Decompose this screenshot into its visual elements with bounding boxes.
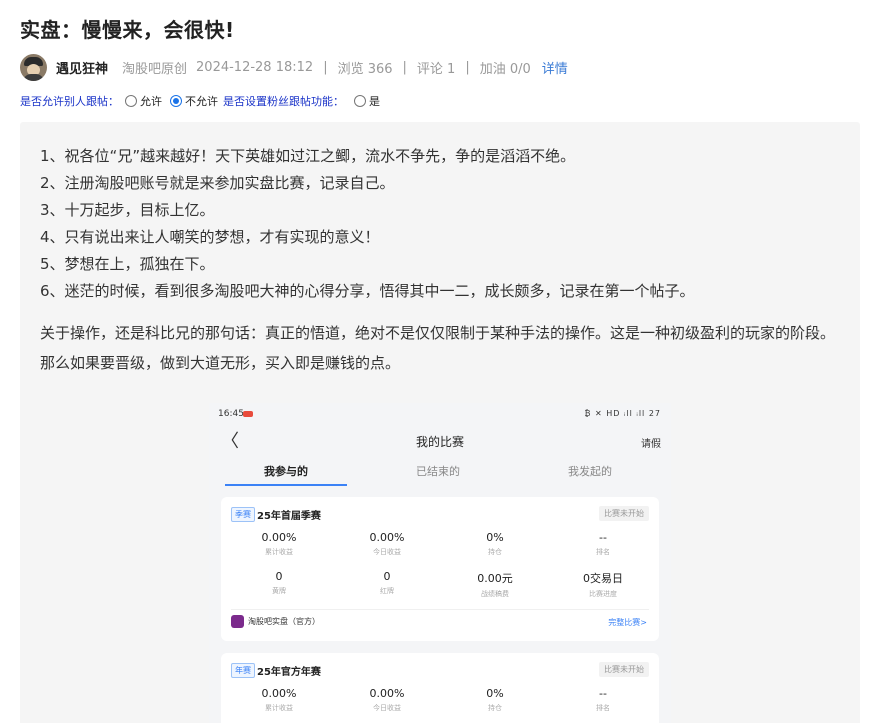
comment-count[interactable]: 评论 1	[417, 58, 455, 77]
fan-follow-radio[interactable]	[354, 95, 366, 107]
stat-cell: 0 红牌	[380, 570, 394, 595]
stat-cell: 0交易日 比赛进度	[583, 572, 623, 598]
post-datetime: 2024-12-28 18:12	[196, 59, 314, 75]
cheer-count: 加油 0/0	[479, 61, 531, 77]
content-list: 1、祝各位“兄”越来越好！天下英雄如过江之鲫，流水不争先，争的是滔滔不绝。 2、…	[40, 143, 695, 305]
stat-cell: -- 排名	[596, 531, 610, 556]
app-nav: 〈 我的比赛 请假	[209, 425, 671, 455]
allow-radio[interactable]	[125, 95, 137, 107]
list-item: 3、十万起步，目标上亿。	[40, 201, 215, 219]
stat-cell: -- 排名	[596, 687, 610, 712]
author-name[interactable]: 遇见狂神	[56, 58, 108, 77]
fan-follow-label: 是否设置粉丝跟帖功能：	[223, 95, 344, 108]
stat-cell: 0.00元 战绩稿费	[477, 572, 513, 598]
status-time: 16:45	[218, 409, 244, 419]
card-name: 25年首届季赛	[257, 511, 321, 522]
tab-joined: 我参与的	[264, 465, 308, 478]
tab-initiated: 我发起的	[568, 465, 612, 478]
stat-cell: 0% 持仓	[486, 531, 504, 556]
post-meta: 遇见狂神 淘股吧原创 2024-12-28 18:12 | 浏览 366 | 评…	[20, 53, 568, 81]
post-content: 1、祝各位“兄”越来越好！天下英雄如过江之鲫，流水不争先，争的是滔滔不绝。 2、…	[20, 122, 860, 723]
stat-cell: 0.00% 累计收益	[261, 531, 297, 556]
card-tag: 季赛	[231, 507, 255, 522]
status-dot-icon	[243, 411, 253, 417]
status-icons: ₿ ✕ HD ᵢll ᵢll 27	[584, 409, 661, 418]
avatar[interactable]	[20, 53, 47, 81]
view-count: 浏览 366	[337, 61, 393, 77]
post-title: 实盘：慢慢来，会很快!	[20, 18, 235, 42]
nav-title: 我的比赛	[415, 435, 464, 449]
list-item: 6、迷茫的时候，看到很多淘股吧大神的心得分享，悟得其中一二，成长颇多，记录在第一…	[40, 282, 695, 300]
stat-cell: 0.00% 今日收益	[369, 531, 405, 556]
card-status: 比赛未开始	[599, 506, 649, 521]
status-bar: 16:45 ₿ ✕ HD ᵢll ᵢll 27	[209, 403, 671, 425]
full-contest-link: 完整比赛>	[608, 618, 647, 627]
card-status: 比赛未开始	[599, 662, 649, 677]
stat-cell: 0.00% 今日收益	[369, 687, 405, 712]
card-name: 25年官方年赛	[257, 667, 321, 678]
contest-card: 季赛 25年首届季赛 比赛未开始 0.00% 累计收益 0.00% 今日收益 0% 持…	[221, 497, 659, 641]
meta-separator: |	[323, 59, 328, 75]
disallow-radio[interactable]	[170, 95, 182, 107]
meta-separator: |	[465, 59, 470, 75]
follow-options: 是否允许别人跟帖： 允许 不允许 是否设置粉丝跟帖功能： 是	[20, 91, 382, 111]
contest-card: 年赛 25年官方年赛 比赛未开始 0.00% 累计收益 0.00% 今日收益 0% 持…	[221, 653, 659, 723]
list-item: 2、注册淘股吧账号就是来参加实盘比赛，记录自己。	[40, 174, 395, 192]
card-organizer: 淘股吧实盘（官方）	[231, 615, 320, 628]
stat-cell: 0 黄牌	[272, 570, 286, 595]
allow-label: 允许	[140, 95, 162, 108]
detail-link[interactable]: 详情	[542, 58, 568, 77]
embedded-screenshot[interactable]: 16:45 ₿ ✕ HD ᵢll ᵢll 27 〈 我的比赛 请假 我参与的 已…	[209, 403, 671, 723]
post-source: 淘股吧原创	[122, 61, 188, 77]
stat-cell: 0% 持仓	[486, 687, 504, 712]
tab-ended: 已结束的	[416, 465, 460, 478]
stat-cell: 0.00% 累计收益	[261, 687, 297, 712]
list-item: 4、只有说出来让人嘲笑的梦想，才有实现的意义！	[40, 228, 380, 246]
list-item: 5、梦想在上，孤独在下。	[40, 255, 215, 273]
organizer-logo-icon	[231, 615, 244, 628]
meta-separator: |	[402, 59, 407, 75]
list-item: 1、祝各位“兄”越来越好！天下英雄如过江之鲫，流水不争先，争的是滔滔不绝。	[40, 147, 576, 165]
card-divider	[231, 609, 649, 610]
follow-label: 是否允许别人跟帖：	[20, 95, 119, 108]
disallow-label: 不允许	[185, 95, 218, 108]
leave-button: 请假	[641, 439, 661, 450]
tab-indicator	[225, 484, 347, 486]
app-tabs: 我参与的 已结束的 我发起的	[209, 455, 671, 489]
yes-label: 是	[369, 95, 380, 108]
content-paragraph: 关于操作，还是科比兄的那句话：真正的悟道，绝对不是仅仅限制于某种手法的操作。这是…	[40, 324, 836, 372]
card-tag: 年赛	[231, 663, 255, 678]
